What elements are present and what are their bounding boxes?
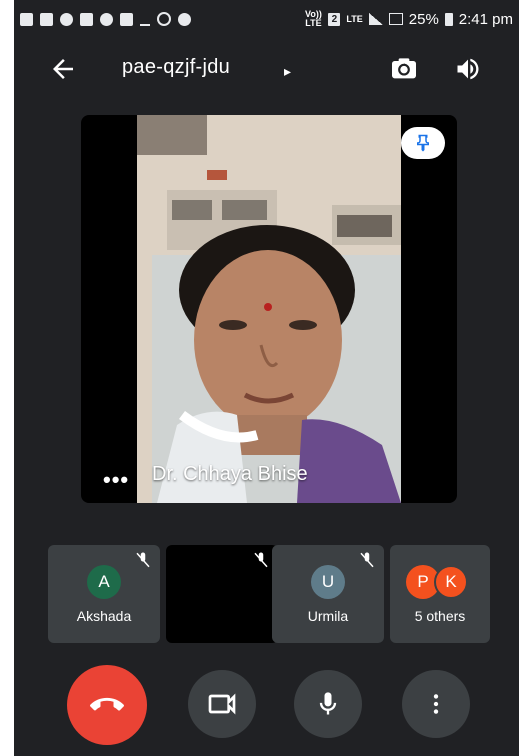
caret-right-icon[interactable]: ▸ [284, 63, 291, 80]
speaker-video [137, 115, 401, 503]
system-status: Vo)) LTE 2 LTE 25% 2:41 pm [304, 0, 513, 38]
switch-camera-icon[interactable] [388, 53, 420, 85]
signal-icon [368, 13, 383, 25]
more-menu-button[interactable] [402, 670, 470, 738]
speaker-icon[interactable] [454, 55, 482, 83]
call-header: pae-qzjf-jdu ▸ [14, 44, 519, 94]
heart-icon [178, 12, 191, 26]
status-bar: Vo)) LTE 2 LTE 25% 2:41 pm [14, 0, 519, 38]
speaker-video-image [137, 115, 401, 503]
clock-time: 2:41 pm [458, 10, 513, 28]
back-arrow-icon[interactable] [48, 54, 78, 84]
clock-icon [157, 12, 171, 26]
participants-strip: A Akshada U Urmila P K 5 others [14, 545, 519, 643]
gallery-icon [120, 12, 133, 26]
battery-icon [444, 12, 453, 26]
facebook-icon [80, 12, 93, 26]
video-icon [20, 12, 33, 26]
mic-off-icon [136, 552, 150, 568]
avatar: K [434, 565, 468, 599]
participant-tile-urmila[interactable]: U Urmila [272, 545, 384, 643]
avatar: A [87, 565, 121, 599]
participant-name: 5 others [414, 608, 466, 624]
pin-icon [417, 134, 429, 152]
snowflake-icon [100, 12, 113, 26]
more-options-icon[interactable]: ••• [103, 467, 129, 493]
participant-tile-video-off[interactable] [166, 545, 278, 643]
end-call-button[interactable] [67, 665, 147, 745]
meeting-code[interactable]: pae-qzjf-jdu [122, 56, 230, 79]
pin-button[interactable] [401, 127, 445, 159]
participant-tile-akshada[interactable]: A Akshada [48, 545, 160, 643]
participant-name: Urmila [307, 608, 349, 624]
download-icon [140, 13, 150, 26]
camera-toggle-button[interactable] [188, 670, 256, 738]
speaker-name: Dr. Chhaya Bhise [152, 463, 308, 485]
battery-percent: 25% [408, 10, 439, 28]
chat-icon [40, 12, 53, 26]
notification-icons [14, 12, 191, 26]
call-controls [14, 660, 519, 745]
avatar: U [311, 565, 345, 599]
vertical-dots-icon [433, 694, 439, 714]
whatsapp-icon [60, 12, 73, 26]
meet-screen: Vo)) LTE 2 LTE 25% 2:41 pm pae-qzjf-jdu … [14, 0, 519, 756]
lte-label: LTE [346, 13, 363, 24]
volte-label: Vo)) LTE [305, 9, 322, 28]
main-video-tile[interactable]: ••• Dr. Chhaya Bhise [81, 115, 457, 503]
microphone-toggle-button[interactable] [294, 670, 362, 738]
video-camera-icon [208, 693, 236, 715]
participant-name: Akshada [76, 608, 132, 624]
sim-icon: 2 [328, 12, 341, 26]
microphone-icon [319, 692, 337, 715]
mic-off-icon [254, 552, 268, 568]
mic-off-icon [360, 552, 374, 568]
participant-tile-others[interactable]: P K 5 others [390, 545, 490, 643]
hang-up-icon [90, 697, 124, 711]
signal-icon-2 [388, 13, 403, 25]
